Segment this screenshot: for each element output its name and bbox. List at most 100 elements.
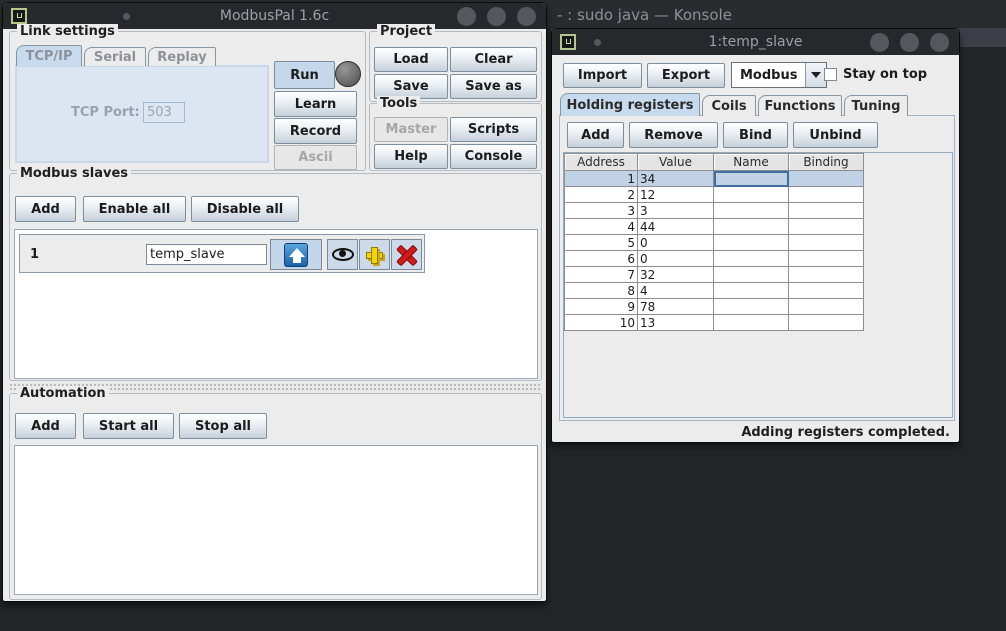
cell-value[interactable]: 12	[638, 187, 714, 203]
cell-binding[interactable]	[789, 187, 864, 203]
tab-replay[interactable]: Replay	[148, 47, 216, 66]
cell-value[interactable]: 32	[638, 267, 714, 283]
cell-name[interactable]	[714, 251, 789, 267]
cell-address[interactable]: 10	[565, 315, 638, 331]
cell-name[interactable]	[714, 315, 789, 331]
enable-all-button[interactable]: Enable all	[83, 196, 186, 222]
master-button[interactable]: Master	[374, 117, 448, 142]
cell-address[interactable]: 8	[565, 283, 638, 299]
slave-titlebar[interactable]: 1:temp_slave	[552, 29, 959, 55]
cell-binding[interactable]	[789, 251, 864, 267]
cell-value[interactable]: 3	[638, 203, 714, 219]
register-unbind-button[interactable]: Unbind	[793, 122, 878, 148]
register-bind-button[interactable]: Bind	[723, 122, 788, 148]
stay-on-top-checkbox[interactable]	[824, 68, 837, 81]
cell-binding[interactable]	[789, 203, 864, 219]
slave-name-field[interactable]: temp_slave	[146, 244, 267, 265]
table-row[interactable]: 444	[565, 219, 864, 235]
cell-address[interactable]: 1	[565, 171, 638, 187]
cell-binding[interactable]	[789, 171, 864, 187]
register-remove-button[interactable]: Remove	[629, 122, 718, 148]
start-all-button[interactable]: Start all	[83, 413, 174, 439]
table-row[interactable]: 60	[565, 251, 864, 267]
cell-value[interactable]: 0	[638, 235, 714, 251]
table-row[interactable]: 134	[565, 171, 864, 187]
learn-button[interactable]: Learn	[274, 91, 357, 117]
cell-value[interactable]: 4	[638, 283, 714, 299]
column-header-name[interactable]: Name	[714, 154, 789, 171]
cell-binding[interactable]	[789, 219, 864, 235]
cell-address[interactable]: 4	[565, 219, 638, 235]
close-button[interactable]	[930, 33, 949, 52]
cell-value[interactable]: 44	[638, 219, 714, 235]
cell-address[interactable]: 5	[565, 235, 638, 251]
maximize-button[interactable]	[900, 33, 919, 52]
cell-name[interactable]	[714, 267, 789, 283]
record-button[interactable]: Record	[274, 118, 357, 144]
cell-name[interactable]	[714, 171, 789, 187]
slave-row[interactable]: 1 temp_slave	[19, 234, 425, 273]
minimize-button[interactable]	[457, 7, 476, 26]
help-button[interactable]: Help	[374, 144, 448, 169]
table-row[interactable]: 732	[565, 267, 864, 283]
slave-add-automation-button[interactable]	[359, 239, 390, 270]
cell-binding[interactable]	[789, 315, 864, 331]
column-header-binding[interactable]: Binding	[789, 154, 864, 171]
column-header-address[interactable]: Address	[565, 154, 638, 171]
run-button[interactable]: Run	[274, 61, 335, 89]
tab-coils[interactable]: Coils	[702, 95, 756, 116]
cell-value[interactable]: 78	[638, 299, 714, 315]
maximize-button[interactable]	[487, 7, 506, 26]
cell-name[interactable]	[714, 203, 789, 219]
cell-binding[interactable]	[789, 267, 864, 283]
import-button[interactable]: Import	[563, 63, 642, 88]
minimize-button[interactable]	[870, 33, 889, 52]
cell-name[interactable]	[714, 299, 789, 315]
automation-add-button[interactable]: Add	[15, 413, 76, 439]
cell-name[interactable]	[714, 187, 789, 203]
cell-binding[interactable]	[789, 299, 864, 315]
cell-name[interactable]	[714, 283, 789, 299]
tab-functions[interactable]: Functions	[758, 95, 842, 116]
load-button[interactable]: Load	[374, 47, 448, 72]
cell-value[interactable]: 13	[638, 315, 714, 331]
export-button[interactable]: Export	[647, 63, 725, 88]
slave-enable-toggle[interactable]	[270, 239, 322, 270]
cell-address[interactable]: 2	[565, 187, 638, 203]
tab-tcpip[interactable]: TCP/IP	[16, 45, 82, 66]
slave-view-button[interactable]	[327, 239, 358, 270]
register-add-button[interactable]: Add	[567, 122, 624, 148]
registers-scrollpane[interactable]: Address Value Name Binding 1342123344450…	[563, 152, 953, 418]
table-row[interactable]: 84	[565, 283, 864, 299]
mode-combobox[interactable]: Modbus	[731, 62, 827, 88]
tab-serial[interactable]: Serial	[84, 47, 146, 66]
cell-binding[interactable]	[789, 235, 864, 251]
cell-address[interactable]: 3	[565, 203, 638, 219]
tab-holding-registers[interactable]: Holding registers	[560, 93, 700, 116]
scripts-button[interactable]: Scripts	[450, 117, 537, 142]
stop-all-button[interactable]: Stop all	[179, 413, 267, 439]
tcp-port-field[interactable]: 503	[143, 102, 185, 123]
cell-value[interactable]: 34	[638, 171, 714, 187]
cell-address[interactable]: 9	[565, 299, 638, 315]
tab-tuning[interactable]: Tuning	[844, 95, 908, 116]
cell-binding[interactable]	[789, 283, 864, 299]
table-row[interactable]: 33	[565, 203, 864, 219]
save-as-button[interactable]: Save as	[450, 74, 537, 99]
slaves-add-button[interactable]: Add	[15, 196, 76, 222]
table-row[interactable]: 1013	[565, 315, 864, 331]
cell-address[interactable]: 7	[565, 267, 638, 283]
cell-address[interactable]: 6	[565, 251, 638, 267]
cell-value[interactable]: 0	[638, 251, 714, 267]
cell-name[interactable]	[714, 235, 789, 251]
slave-delete-button[interactable]	[391, 239, 422, 270]
ascii-button[interactable]: Ascii	[274, 145, 357, 170]
table-row[interactable]: 212	[565, 187, 864, 203]
table-row[interactable]: 978	[565, 299, 864, 315]
close-button[interactable]	[517, 7, 536, 26]
disable-all-button[interactable]: Disable all	[191, 196, 299, 222]
table-row[interactable]: 50	[565, 235, 864, 251]
cell-name[interactable]	[714, 219, 789, 235]
console-button[interactable]: Console	[450, 144, 537, 169]
clear-button[interactable]: Clear	[450, 47, 537, 72]
